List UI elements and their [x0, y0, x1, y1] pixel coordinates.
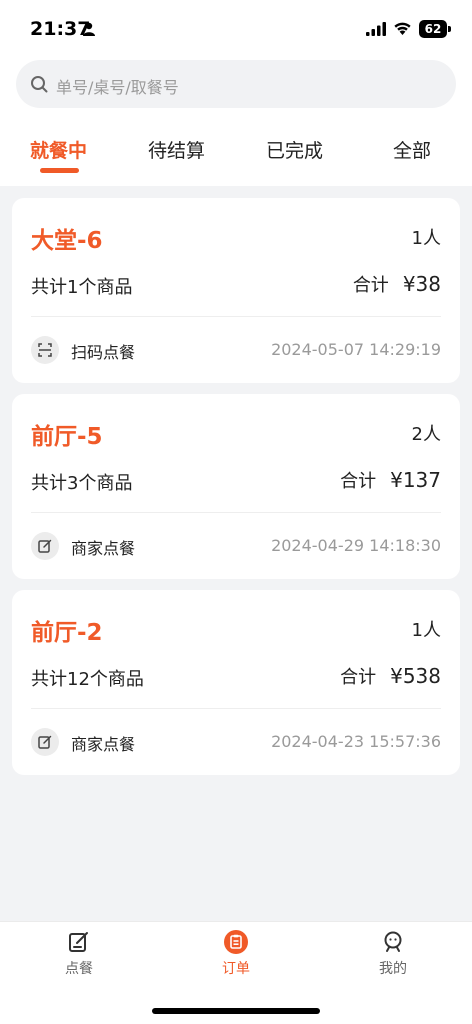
order-status-tabs: 就餐中 待结算 已完成 全部: [0, 128, 472, 184]
table-name: 前厅-5: [31, 424, 103, 450]
clipboard-icon: [224, 930, 248, 954]
order-total: 合计 ¥38: [353, 271, 441, 297]
edit-icon: [31, 532, 59, 560]
order-type: 商家点餐: [71, 539, 136, 558]
tab-pending-settlement[interactable]: 待结算: [148, 136, 205, 163]
total-label: 合计: [352, 275, 389, 296]
people-count: 1人: [411, 620, 441, 641]
order-type: 扫码点餐: [71, 343, 136, 362]
order-card[interactable]: 前厅-2 1人 共计12个商品 合计 ¥538 商家点餐 2024-04-23 1…: [12, 590, 460, 775]
divider: [31, 708, 441, 709]
edit-icon: [31, 728, 59, 756]
total-amount: ¥538: [390, 664, 441, 688]
item-count: 共计1个商品: [31, 277, 133, 298]
battery-indicator: 62: [419, 20, 451, 38]
tab-completed[interactable]: 已完成: [266, 136, 323, 163]
people-count: 2人: [411, 424, 441, 445]
order-card[interactable]: 大堂-6 1人 共计1个商品 合计 ¥38 扫码点餐 2024-05-07 14:…: [12, 198, 460, 383]
table-name: 大堂-6: [31, 228, 103, 254]
nav-label: 点餐: [65, 961, 93, 977]
search-placeholder: 单号/桌号/取餐号: [56, 78, 179, 97]
total-label: 合计: [340, 471, 377, 492]
total-amount: ¥38: [402, 272, 441, 296]
active-tab-indicator: [40, 168, 79, 173]
header-area: 21:37 62 单号/桌号/取餐号 就餐中 待结算 已完成 全部: [0, 0, 472, 186]
status-bar: 21:37 62: [0, 0, 472, 60]
order-type: 商家点餐: [71, 735, 136, 754]
total-label: 合计: [340, 667, 377, 688]
user-icon: [384, 931, 402, 952]
order-total: 合计 ¥538: [340, 663, 441, 689]
item-count: 共计12个商品: [31, 669, 144, 690]
order-card[interactable]: 前厅-5 2人 共计3个商品 合计 ¥137 商家点餐 2024-04-29 14…: [12, 394, 460, 579]
table-name: 前厅-2: [31, 620, 103, 646]
tab-all[interactable]: 全部: [393, 136, 431, 163]
order-time: 2024-05-07 14:29:19: [271, 340, 441, 359]
scan-icon: [31, 336, 59, 364]
tab-dining[interactable]: 就餐中: [30, 136, 87, 163]
order-time: 2024-04-23 15:57:36: [271, 732, 441, 751]
wifi-icon: [394, 22, 411, 35]
people-count: 1人: [411, 228, 441, 249]
order-time: 2024-04-29 14:18:30: [271, 536, 441, 555]
edit-icon: [69, 932, 88, 952]
divider: [31, 512, 441, 513]
nav-label: 订单: [222, 961, 250, 977]
item-count: 共计3个商品: [31, 473, 133, 494]
total-amount: ¥137: [390, 468, 441, 492]
home-indicator: [152, 1008, 320, 1014]
divider: [31, 316, 441, 317]
order-total: 合计 ¥137: [340, 467, 441, 493]
person-icon: [83, 22, 95, 36]
battery-level: 62: [424, 22, 442, 36]
signal-icon: [366, 22, 386, 36]
search-input[interactable]: 单号/桌号/取餐号: [16, 60, 456, 108]
search-icon: [31, 76, 48, 93]
nav-label: 我的: [379, 961, 407, 977]
